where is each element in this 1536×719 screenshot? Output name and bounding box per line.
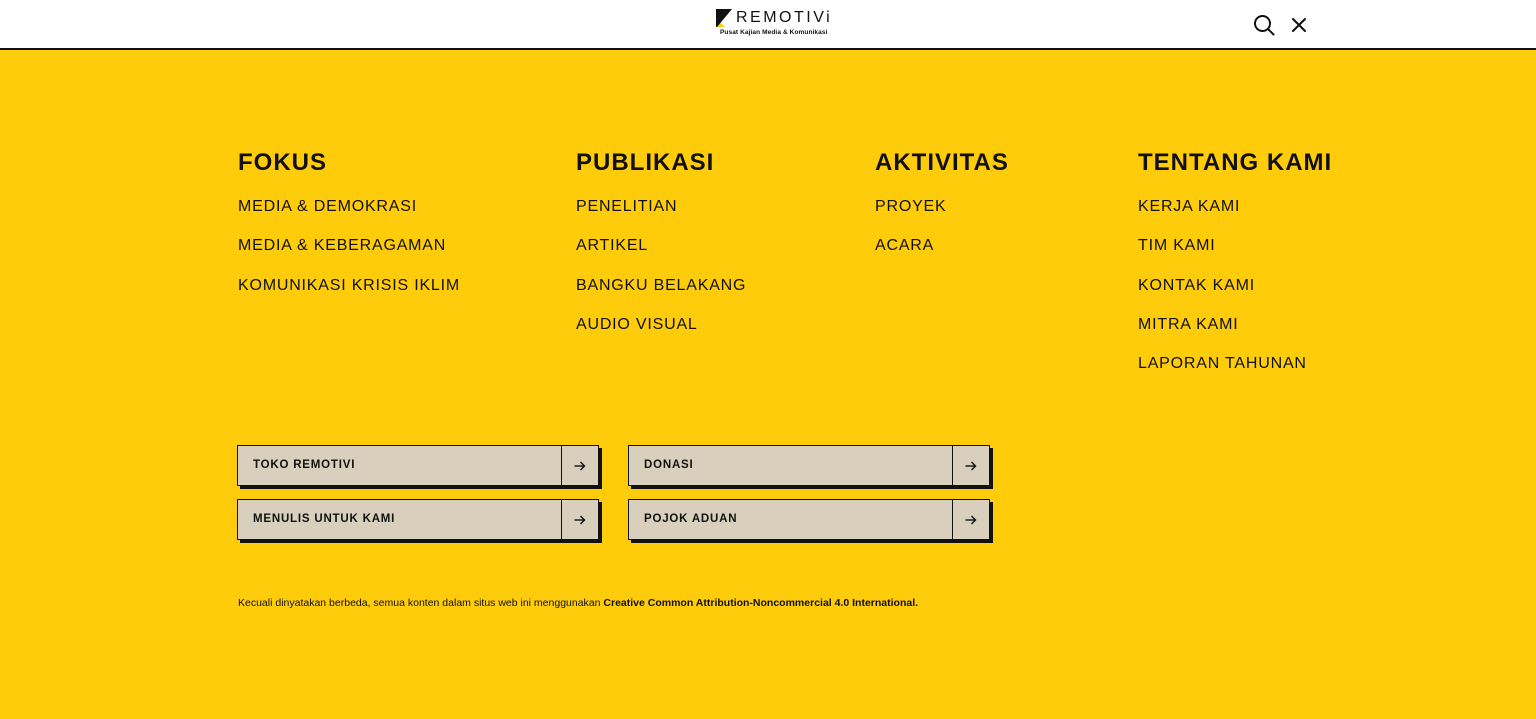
nav-link-acara[interactable]: ACARA (875, 237, 1009, 255)
button-label: DONASI (644, 459, 694, 471)
nav-link-laporan-tahunan[interactable]: LAPORAN TAHUNAN (1138, 355, 1332, 373)
arrow-right-icon (952, 500, 989, 539)
nav-link-media-demokrasi[interactable]: MEDIA & DEMOKRASI (238, 198, 460, 216)
nav-link-penelitian[interactable]: PENELITIAN (576, 198, 746, 216)
logo-mark-icon (716, 9, 732, 27)
button-label: POJOK ADUAN (644, 513, 738, 525)
nav-link-kontak-kami[interactable]: KONTAK KAMI (1138, 277, 1332, 295)
nav-link-tim-kami[interactable]: TIM KAMI (1138, 237, 1332, 255)
menulis-untuk-kami-button[interactable]: MENULIS UNTUK KAMI (237, 499, 599, 540)
arrow-right-icon (561, 446, 598, 485)
logo-tagline: Pusat Kajian Media & Komunikasi (720, 29, 828, 36)
logo-wordmark: REMOTIVi (736, 9, 833, 26)
button-label: MENULIS UNTUK KAMI (253, 513, 396, 525)
nav-column-tentang-kami: TENTANG KAMI KERJA KAMI TIM KAMI KONTAK … (1138, 148, 1332, 394)
column-title: FOKUS (238, 149, 327, 176)
arrow-right-icon (561, 500, 598, 539)
license-link[interactable]: Creative Common Attribution-Noncommercia… (603, 597, 918, 609)
nav-link-komunikasi-krisis-iklim[interactable]: KOMUNIKASI KRISIS IKLIM (238, 277, 460, 295)
column-title: TENTANG KAMI (1138, 149, 1333, 176)
license-text: Kecuali dinyatakan berbeda, semua konten… (238, 597, 604, 609)
toko-remotivi-button[interactable]: TOKO REMOTIVI (237, 445, 599, 486)
column-title: AKTIVITAS (875, 149, 1009, 176)
nav-column-publikasi: PUBLIKASI PENELITIAN ARTIKEL BANGKU BELA… (576, 148, 746, 355)
nav-link-kerja-kami[interactable]: KERJA KAMI (1138, 198, 1332, 216)
site-logo[interactable]: REMOTIVi Pusat Kajian Media & Komunikasi (715, 8, 835, 40)
column-title: PUBLIKASI (576, 149, 715, 176)
nav-link-bangku-belakang[interactable]: BANGKU BELAKANG (576, 277, 746, 295)
nav-link-media-keberagaman[interactable]: MEDIA & KEBERAGAMAN (238, 237, 460, 255)
arrow-right-icon (952, 446, 989, 485)
nav-column-fokus: FOKUS MEDIA & DEMOKRASI MEDIA & KEBERAGA… (238, 148, 460, 316)
nav-link-audio-visual[interactable]: AUDIO VISUAL (576, 316, 746, 334)
nav-link-artikel[interactable]: ARTIKEL (576, 237, 746, 255)
search-icon[interactable] (1253, 14, 1275, 36)
close-icon[interactable] (1288, 14, 1310, 36)
nav-link-proyek[interactable]: PROYEK (875, 198, 1009, 216)
pojok-aduan-button[interactable]: POJOK ADUAN (628, 499, 990, 540)
license-note: Kecuali dinyatakan berbeda, semua konten… (238, 596, 918, 610)
donasi-button[interactable]: DONASI (628, 445, 990, 486)
button-label: TOKO REMOTIVI (253, 459, 356, 471)
nav-column-aktivitas: AKTIVITAS PROYEK ACARA (875, 148, 1009, 277)
nav-link-mitra-kami[interactable]: MITRA KAMI (1138, 316, 1332, 334)
site-header: REMOTIVi Pusat Kajian Media & Komunikasi (0, 0, 1536, 50)
